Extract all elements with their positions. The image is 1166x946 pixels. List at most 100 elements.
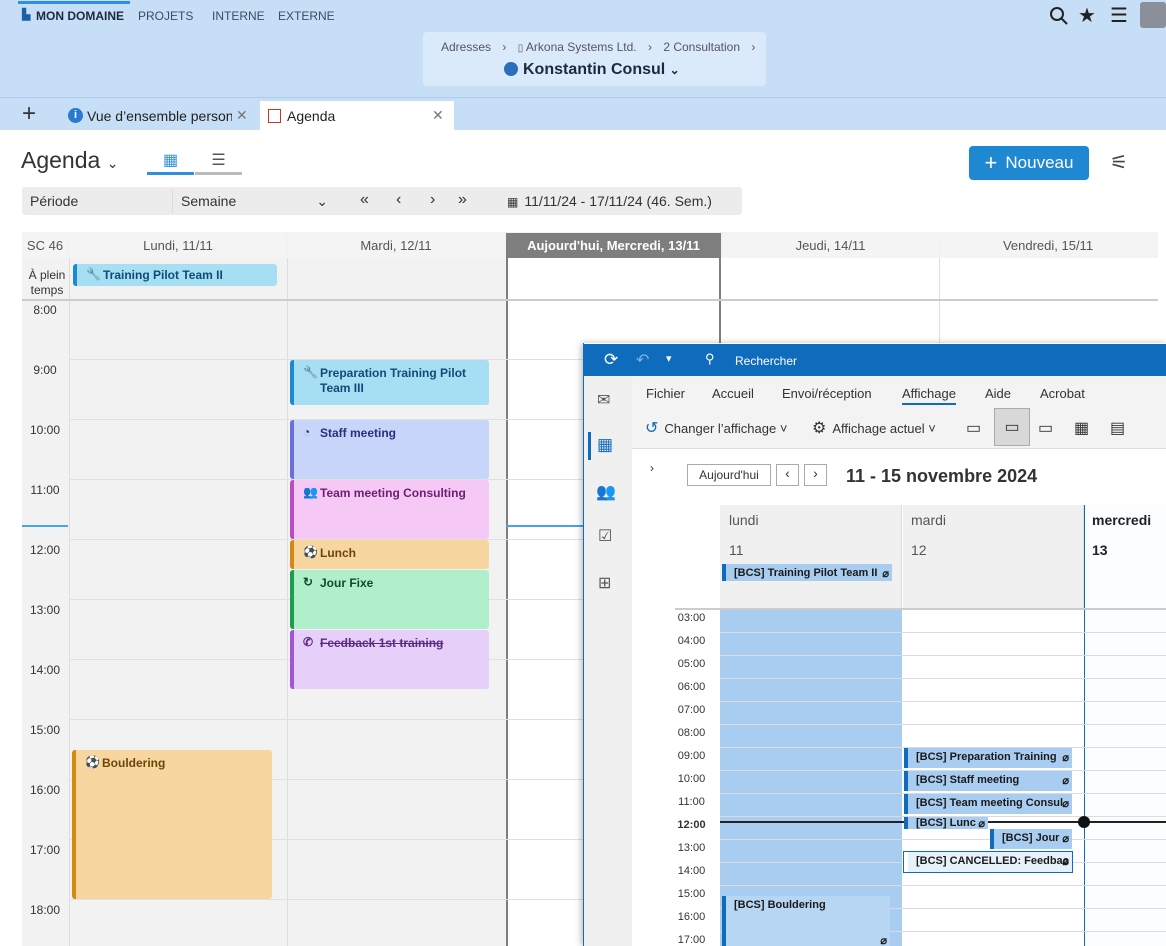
menu-aide[interactable]: Aide (985, 386, 1011, 401)
nav-projets[interactable]: PROJETS (138, 9, 193, 23)
chevron-down-icon: ⌄ (316, 193, 328, 209)
active-nav-indicator (18, 1, 130, 4)
calendar-icon: ▦ (507, 195, 519, 209)
outlook-event[interactable]: [BCS] Jour ⌀ (990, 829, 1072, 849)
attachment-icon: ⌀ (978, 818, 985, 829)
next-week-button[interactable]: › (804, 464, 827, 486)
outlook-titlebar: ⟳ ↶ ▾ ⚲ Rechercher (584, 344, 1166, 376)
search-icon[interactable] (1049, 6, 1069, 26)
last-page-icon[interactable]: » (458, 191, 467, 209)
today-button[interactable]: Aujourd'hui (687, 464, 771, 486)
outlook-event[interactable]: [BCS] Training Pilot Team II ⌀ (722, 564, 892, 581)
current-time-line (22, 525, 68, 527)
info-icon: i (68, 108, 83, 123)
menu-accueil[interactable]: Accueil (712, 386, 754, 401)
calendar-view-icon[interactable]: ▦ (147, 150, 194, 175)
period-select[interactable]: Semaine ⌄ (172, 189, 336, 213)
nav-mon-domaine[interactable]: MON DOMAINE (36, 9, 124, 23)
menu-envoi[interactable]: Envoi/réception (782, 386, 872, 401)
crumb-adresses[interactable]: Adresses (441, 40, 491, 54)
search-icon[interactable]: ⚲ (705, 351, 715, 367)
outlook-event[interactable]: [BCS] Staff meeting ⌀ (904, 771, 1072, 791)
calendar-icon[interactable]: ▦ (597, 435, 613, 455)
current-view-button[interactable]: ⚙ Affichage actuel ˅ (812, 418, 936, 438)
chevron-down-icon: ⌄ (669, 63, 680, 77)
fullday-label: À plein temps (28, 268, 66, 297)
first-page-icon[interactable]: « (360, 191, 369, 209)
day-view-icon[interactable]: ▭ (966, 418, 981, 438)
tasks-icon[interactable]: ☑ (598, 526, 612, 546)
event-jour-fixe[interactable]: ↻ Jour Fixe (290, 570, 489, 629)
tab-agenda[interactable]: Agenda ✕ (260, 101, 454, 130)
attachment-icon: ⌀ (880, 935, 887, 946)
page-title[interactable]: Agenda ⌄ (21, 147, 118, 174)
day-header-today: Aujourd'hui, Mercredi, 13/11 (506, 233, 721, 258)
outlook-search[interactable]: Rechercher (735, 354, 797, 368)
day-header: Jeudi, 14/11 (723, 233, 938, 258)
menu-icon[interactable]: ☰ (1110, 3, 1128, 28)
outlook-event[interactable]: [BCS] CANCELLED: Feedbac ⌀ (903, 851, 1073, 873)
outlook-event[interactable]: [BCS] Team meeting Consul ⌀ (904, 794, 1072, 814)
month-view-icon[interactable]: ▦ (1074, 418, 1089, 438)
phone-icon: ✆ (303, 635, 314, 649)
next-icon[interactable]: › (430, 191, 435, 209)
outlook-day: mardi (911, 512, 947, 528)
event-lunch[interactable]: ⚽ Lunch (290, 540, 489, 569)
event-staff-meeting[interactable]: ◔ Staff meeting (290, 420, 489, 479)
nav-interne[interactable]: INTERNE (212, 9, 265, 23)
prev-week-button[interactable]: ‹ (776, 464, 799, 486)
period-label: Période (30, 193, 79, 209)
list-view-icon[interactable]: ☰ (195, 150, 242, 175)
calendar-icon (268, 108, 281, 123)
outlook-event[interactable]: [BCS] Preparation Training ⌀ (904, 748, 1072, 768)
week-label: SC 46 (22, 233, 68, 258)
clock-icon: ◔ (303, 425, 311, 439)
outlook-day-today: mercredi (1092, 512, 1152, 528)
close-icon[interactable]: ✕ (236, 107, 248, 124)
new-button[interactable]: + Nouveau (969, 146, 1089, 180)
outlook-time-dot (1078, 816, 1090, 828)
outlook-event[interactable]: [BCS] Bouldering ⌀ (722, 896, 890, 946)
undo-icon[interactable]: ↶ (636, 350, 649, 370)
close-icon[interactable]: ✕ (432, 107, 444, 124)
expand-icon[interactable]: › (650, 461, 654, 475)
menu-affichage[interactable]: Affichage (902, 386, 956, 405)
dropdown-icon[interactable]: ▾ (666, 352, 672, 365)
event-bouldering[interactable]: ⚽ Bouldering (72, 750, 272, 899)
avatar[interactable] (1140, 2, 1166, 28)
person-name[interactable]: Konstantin Consul ⌄ (523, 61, 680, 79)
filter-settings-icon[interactable]: ⚟ (1110, 150, 1128, 175)
crumb-consultation[interactable]: 2 Consultation (663, 40, 740, 54)
people-icon[interactable]: 👥 (596, 482, 616, 502)
attachment-icon: ⌀ (1062, 798, 1069, 810)
attachment-icon: ⌀ (1062, 775, 1069, 787)
date-range[interactable]: ▦ 11/11/24 - 17/11/24 (46. Sem.) (507, 193, 712, 209)
menu-fichier[interactable]: Fichier (646, 386, 685, 401)
add-tab-icon[interactable]: + (22, 100, 36, 128)
workweek-view-icon[interactable]: ▭ (994, 408, 1030, 446)
prev-icon[interactable]: ‹ (396, 191, 401, 209)
attachment-icon: ⌀ (1062, 833, 1069, 845)
schedule-view-icon[interactable]: ▤ (1110, 418, 1125, 438)
mail-icon[interactable]: ✉ (597, 390, 610, 410)
sync-icon[interactable]: ⟳ (604, 350, 618, 370)
crumb-company[interactable]: Arkona Systems Ltd. (526, 40, 637, 54)
tab-overview[interactable]: i Vue d’ensemble personn ✕ (61, 101, 256, 130)
event-preparation[interactable]: 🔧 Preparation Training Pilot Team III (290, 360, 489, 405)
outlook-event[interactable]: [BCS] Lunc ⌀ (904, 817, 988, 829)
day-header: Vendredi, 15/11 (940, 233, 1156, 258)
current-time-line (506, 525, 586, 527)
event-training[interactable]: 🔧 Training Pilot Team II (73, 264, 277, 286)
week-view-icon[interactable]: ▭ (1038, 418, 1053, 438)
menu-acrobat[interactable]: Acrobat (1040, 386, 1085, 401)
nav-externe[interactable]: EXTERNE (278, 9, 335, 23)
ball-icon: ⚽ (85, 755, 100, 769)
event-team-meeting[interactable]: 👥 Team meeting Consulting (290, 480, 489, 539)
event-feedback[interactable]: ✆ Feedback 1st training (290, 630, 489, 689)
home-icon[interactable]: ▙ (22, 8, 30, 21)
change-view-button[interactable]: ↺ Changer l’affichage ˅ (645, 418, 787, 438)
outlook-nav-rail: ✉ ▦ 👥 ☑ ⊞ (584, 376, 632, 946)
attachment-icon: ⌀ (882, 568, 889, 580)
apps-icon[interactable]: ⊞ (598, 573, 611, 593)
star-icon[interactable]: ★ (1078, 3, 1096, 28)
